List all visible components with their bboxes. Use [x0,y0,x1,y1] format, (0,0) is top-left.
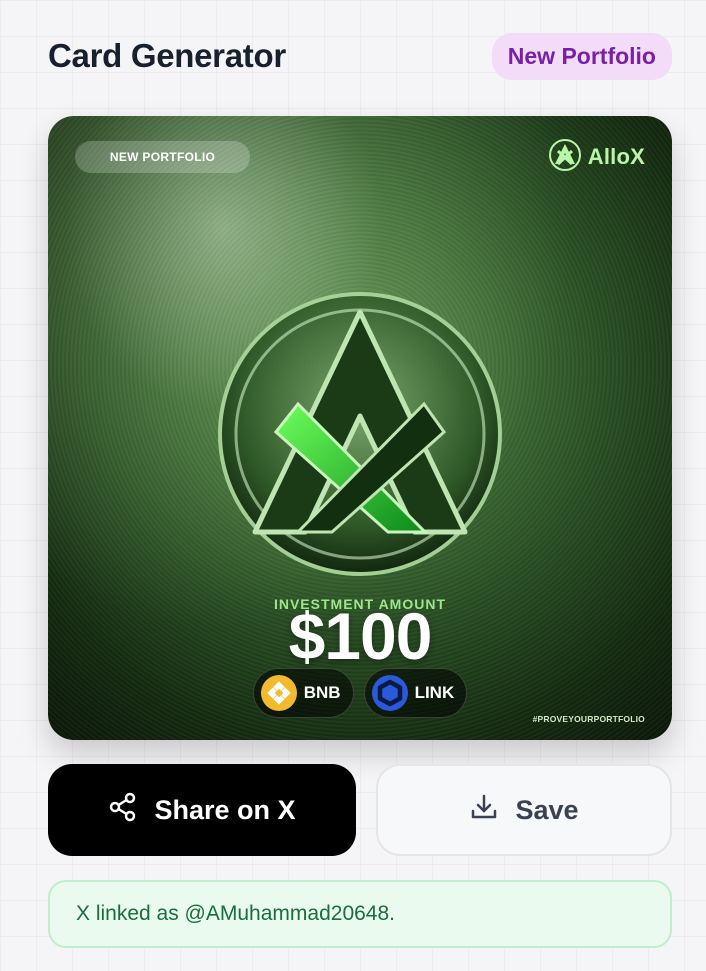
token-chip-bnb: BNB [252,668,354,718]
header: Card Generator New Portfolio [48,32,672,80]
portfolio-card-preview: NEW PORTFOLIO AlloX INVESTMENT AMOUNT $1… [48,116,672,740]
share-on-x-button[interactable]: Share on X [48,764,356,856]
card-tag: NEW PORTFOLIO [75,141,250,173]
x-linked-notice: X linked as @AMuhammad20648. [48,880,672,948]
brand-name: AlloX [587,144,645,169]
card-hashtag: #PROVEYOURPORTFOLIO [532,714,645,724]
brand-logo: AlloX [548,138,645,177]
chainlink-icon [371,674,409,712]
save-button-label: Save [515,794,579,825]
allox-emblem-icon [210,284,510,584]
save-button[interactable]: Save [376,764,672,856]
bnb-icon [260,674,298,712]
token-chip-link: LINK [363,668,468,718]
page-title: Card Generator [48,37,286,74]
share-icon [108,792,138,829]
download-icon [469,792,499,829]
share-button-label: Share on X [154,794,296,825]
token-symbol: BNB [303,683,341,702]
allox-logo-icon [548,138,582,177]
notice-text: X linked as @AMuhammad20648. [76,902,395,925]
status-badge: New Portfolio [491,32,672,80]
token-symbol: LINK [414,683,455,702]
token-list: BNB LINK [48,668,672,718]
investment-amount: $100 [288,599,433,673]
card-generator-page: Card Generator New Portfolio NEW PORTFOL… [0,0,706,971]
